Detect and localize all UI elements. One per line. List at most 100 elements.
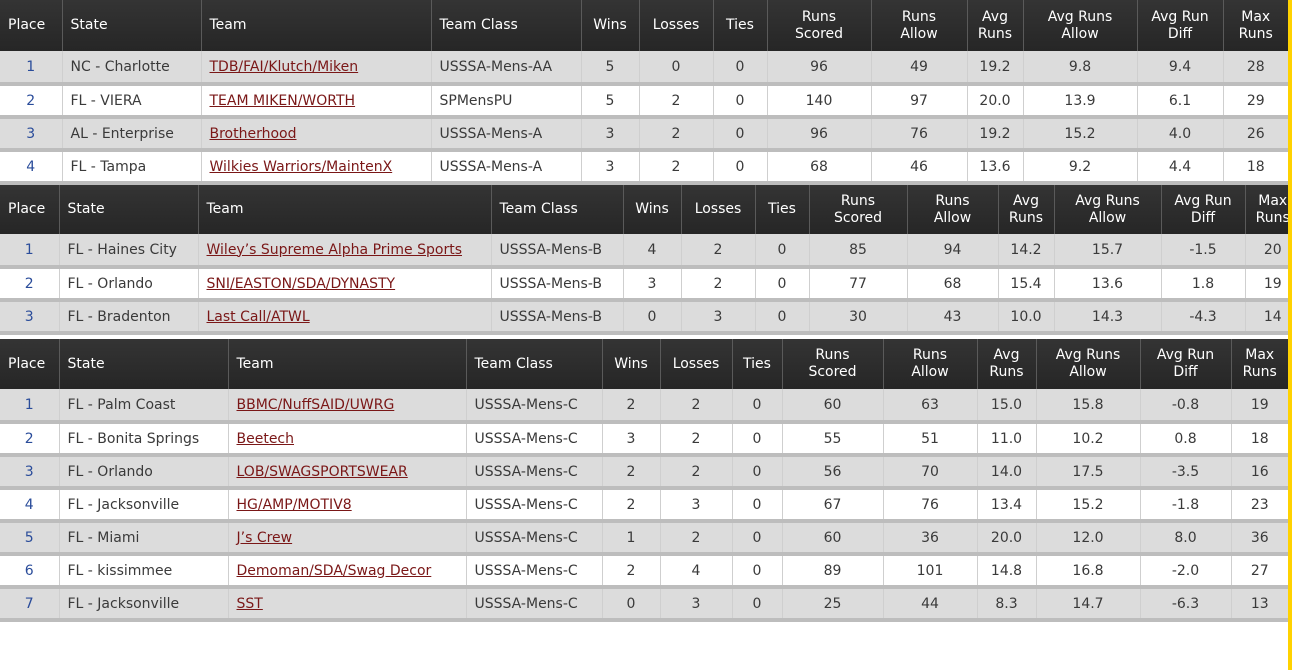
header-wins[interactable]: Wins [623, 185, 682, 234]
cell-losses: 2 [681, 267, 756, 302]
cell-runs-allow: 70 [883, 455, 978, 490]
header-avg-run-diff-line2: Diff [1173, 364, 1198, 380]
team-link[interactable]: J’s Crew [237, 530, 293, 546]
header-runs-scored[interactable]: Runs Scored [767, 0, 872, 51]
cell-losses: 2 [660, 455, 733, 490]
header-state[interactable]: State [59, 339, 229, 389]
cell-avg-runs-allow: 12.0 [1036, 521, 1141, 556]
cell-wins: 3 [581, 117, 640, 152]
header-avg-runs[interactable]: Avg Runs [998, 185, 1055, 234]
header-avg-runs-line2: Runs [989, 364, 1024, 380]
header-max-runs[interactable]: Max Runs [1231, 339, 1288, 389]
header-avg-runs[interactable]: Avg Runs [967, 0, 1024, 51]
team-link[interactable]: Wilkies Warriors/MaintenX [210, 159, 393, 175]
header-wins[interactable]: Wins [581, 0, 640, 51]
header-max-runs[interactable]: Max Runs [1245, 185, 1292, 234]
header-avg-runs-allow-line2: Allow [1069, 364, 1107, 380]
cell-wins: 0 [602, 587, 661, 622]
header-max-runs-line2: Runs [1255, 209, 1290, 226]
cell-team: LOB/SWAGSPORTSWEAR [228, 455, 467, 490]
header-ties[interactable]: Ties [713, 0, 768, 51]
header-runs-scored[interactable]: Runs Scored [809, 185, 908, 234]
standings-table-2: Place State Team Team Class Wins Losses … [0, 185, 1292, 335]
standings-table-3: Place State Team Team Class Wins Losses … [0, 339, 1288, 622]
cell-state: FL - Haines City [59, 234, 199, 269]
header-team-class[interactable]: Team Class [491, 185, 624, 234]
cell-state: FL - Orlando [59, 267, 199, 302]
team-link[interactable]: TEAM MIKEN/WORTH [210, 93, 356, 109]
cell-runs-allow: 94 [907, 234, 999, 269]
header-place[interactable]: Place [0, 0, 63, 51]
header-runs-allow[interactable]: Runs Allow [883, 339, 978, 389]
header-avg-run-diff[interactable]: Avg Run Diff [1137, 0, 1224, 51]
header-losses[interactable]: Losses [639, 0, 714, 51]
cell-team: SNI/EASTON/SDA/DYNASTY [198, 267, 492, 302]
table-row: 5 FL - Miami J’s Crew USSSA-Mens-C 1 2 0… [0, 521, 1288, 556]
header-team[interactable]: Team [228, 339, 467, 389]
header-avg-runs-line1: Avg [982, 8, 1008, 25]
header-avg-run-diff[interactable]: Avg Run Diff [1161, 185, 1246, 234]
team-link[interactable]: Demoman/SDA/Swag Decor [237, 563, 432, 579]
header-runs-allow[interactable]: Runs Allow [907, 185, 999, 234]
team-link[interactable]: Beetech [237, 431, 295, 447]
team-link[interactable]: LOB/SWAGSPORTSWEAR [237, 464, 408, 480]
team-link[interactable]: SNI/EASTON/SDA/DYNASTY [207, 276, 396, 292]
table-row: 3 FL - Bradenton Last Call/ATWL USSSA-Me… [0, 300, 1292, 335]
cell-runs-scored: 85 [809, 234, 908, 269]
cell-runs-scored: 55 [782, 422, 884, 457]
header-runs-scored-line1: Runs [801, 8, 837, 25]
header-ties[interactable]: Ties [732, 339, 783, 389]
cell-losses: 3 [660, 587, 733, 622]
cell-avg-run-diff: -6.3 [1140, 587, 1232, 622]
header-team-class[interactable]: Team Class [431, 0, 582, 51]
cell-team-class: USSSA-Mens-B [491, 267, 624, 302]
cell-avg-run-diff: 8.0 [1140, 521, 1232, 556]
cell-place: 3 [0, 455, 60, 490]
cell-ties: 0 [732, 521, 783, 556]
cell-runs-allow: 51 [883, 422, 978, 457]
cell-avg-runs-allow: 15.2 [1036, 488, 1141, 523]
header-losses[interactable]: Losses [681, 185, 756, 234]
team-link[interactable]: HG/AMP/MOTIV8 [237, 497, 352, 513]
team-link[interactable]: Last Call/ATWL [207, 309, 310, 325]
header-avg-run-diff[interactable]: Avg Run Diff [1140, 339, 1232, 389]
cell-avg-runs: 8.3 [977, 587, 1037, 622]
cell-state: FL - Jacksonville [59, 587, 229, 622]
cell-avg-run-diff: 0.8 [1140, 422, 1232, 457]
team-link[interactable]: BBMC/NuffSAID/UWRG [237, 397, 395, 413]
team-link[interactable]: TDB/FAI/Klutch/Miken [210, 59, 359, 75]
header-avg-runs[interactable]: Avg Runs [977, 339, 1037, 389]
header-team[interactable]: Team [201, 0, 432, 51]
header-runs-allow[interactable]: Runs Allow [871, 0, 968, 51]
header-avg-runs-line1: Avg [993, 347, 1020, 363]
header-state[interactable]: State [59, 185, 199, 234]
header-place[interactable]: Place [0, 185, 60, 234]
team-link[interactable]: Brotherhood [210, 126, 297, 142]
cell-state: NC - Charlotte [62, 51, 202, 86]
cell-ties: 0 [732, 422, 783, 457]
header-ties[interactable]: Ties [755, 185, 810, 234]
team-link[interactable]: Wiley’s Supreme Alpha Prime Sports [207, 242, 463, 258]
header-avg-runs-allow[interactable]: Avg Runs Allow [1054, 185, 1162, 234]
header-place[interactable]: Place [0, 339, 60, 389]
header-state[interactable]: State [62, 0, 202, 51]
header-losses[interactable]: Losses [660, 339, 733, 389]
table-row: 6 FL - kissimmee Demoman/SDA/Swag Decor … [0, 554, 1288, 589]
cell-ties: 0 [755, 267, 810, 302]
header-wins[interactable]: Wins [602, 339, 661, 389]
cell-ties: 0 [732, 455, 783, 490]
cell-avg-runs-allow: 17.5 [1036, 455, 1141, 490]
header-avg-runs-allow[interactable]: Avg Runs Allow [1023, 0, 1138, 51]
header-avg-run-diff-line1: Avg Run [1151, 8, 1209, 25]
cell-team-class: USSSA-Mens-AA [431, 51, 582, 86]
header-team-class[interactable]: Team Class [466, 339, 603, 389]
cell-state: FL - Bonita Springs [59, 422, 229, 457]
header-avg-runs-allow[interactable]: Avg Runs Allow [1036, 339, 1141, 389]
team-link[interactable]: SST [237, 596, 263, 612]
header-max-runs-line2: Runs [1242, 364, 1277, 380]
header-team[interactable]: Team [198, 185, 492, 234]
header-max-runs[interactable]: Max Runs [1223, 0, 1288, 51]
header-runs-scored[interactable]: Runs Scored [782, 339, 884, 389]
table-body: 1 FL - Haines City Wiley’s Supreme Alpha… [0, 234, 1292, 335]
cell-state: FL - Miami [59, 521, 229, 556]
